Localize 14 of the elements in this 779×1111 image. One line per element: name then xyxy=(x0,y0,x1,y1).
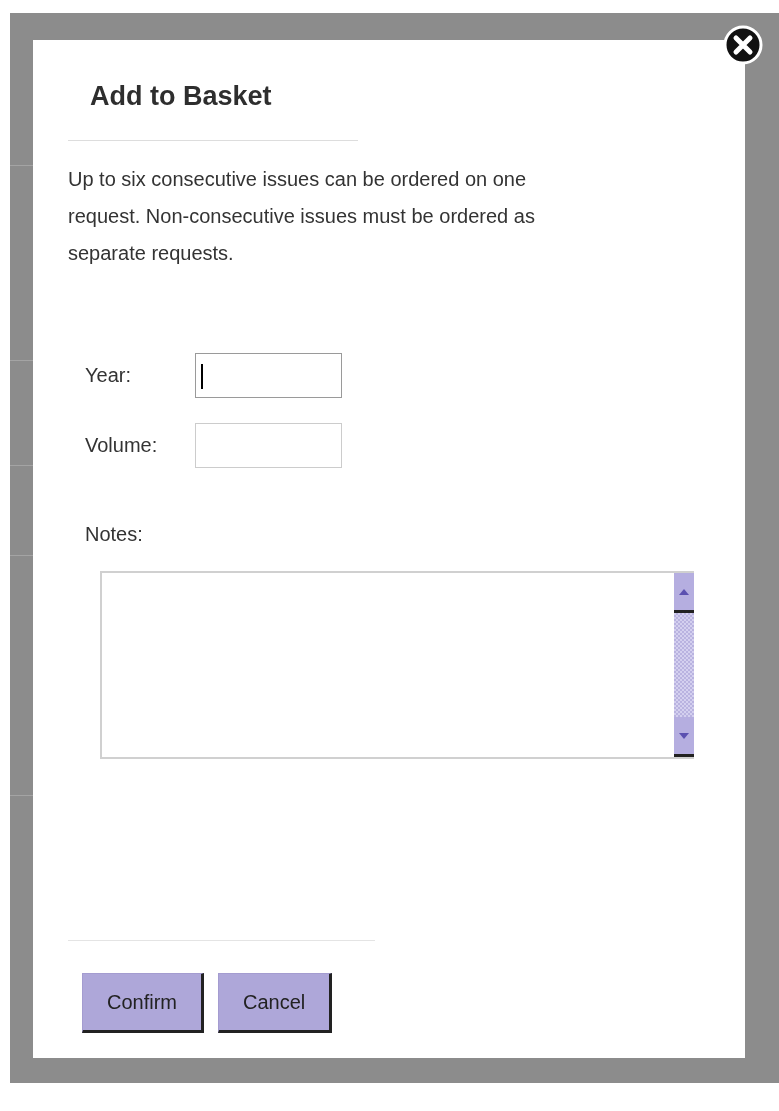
field-label: Volume: xyxy=(85,434,159,457)
dialog-title: Add to Basket xyxy=(90,80,273,113)
notes-field[interactable] xyxy=(100,571,694,759)
input-field[interactable] xyxy=(195,423,342,468)
dialog-button[interactable]: Cancel xyxy=(218,973,333,1033)
dialog-button[interactable]: Confirm xyxy=(82,973,204,1033)
instructions-text: Up to six consecutive issues can be ordered on one request. Non-consecutive issues must be ordered as separate requests. xyxy=(68,167,536,266)
close-icon[interactable] xyxy=(723,25,763,65)
scrollbar[interactable] xyxy=(674,573,694,757)
down-arrow-icon[interactable] xyxy=(679,732,689,739)
field-label: Year: xyxy=(85,364,132,387)
up-arrow-icon[interactable] xyxy=(679,588,689,595)
input-field[interactable] xyxy=(195,353,342,398)
notes-label: Notes: xyxy=(85,523,143,546)
